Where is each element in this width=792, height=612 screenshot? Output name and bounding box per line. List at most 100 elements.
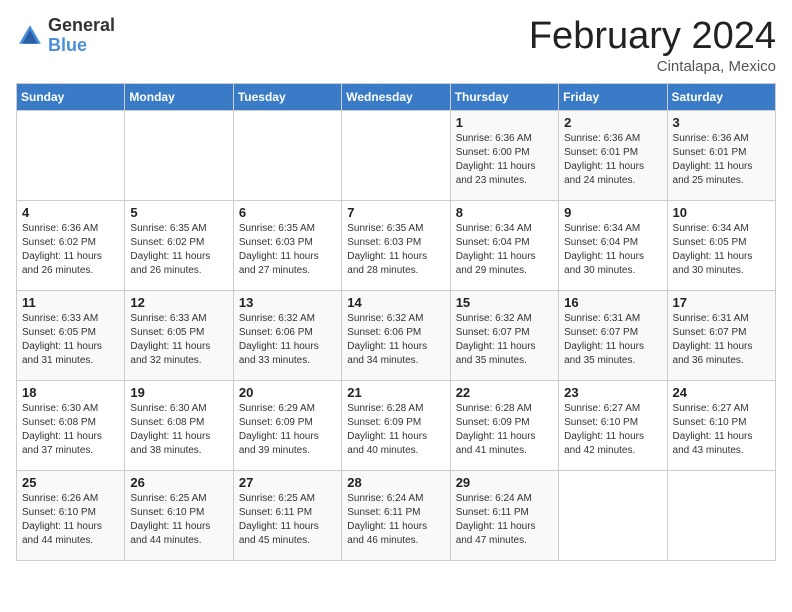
- day-info: Sunrise: 6:32 AM Sunset: 6:06 PM Dayligh…: [239, 312, 336, 368]
- day-info: Sunrise: 6:24 AM Sunset: 6:11 PM Dayligh…: [456, 492, 553, 548]
- day-number: 12: [130, 295, 227, 310]
- day-number: 29: [456, 475, 553, 490]
- day-info: Sunrise: 6:25 AM Sunset: 6:10 PM Dayligh…: [130, 492, 227, 548]
- calendar-cell: 27 Sunrise: 6:25 AM Sunset: 6:11 PM Dayli…: [233, 470, 341, 560]
- calendar-cell: 25 Sunrise: 6:26 AM Sunset: 6:10 PM Dayli…: [17, 470, 125, 560]
- day-number: 3: [673, 115, 770, 130]
- weekday-header: Sunday: [17, 83, 125, 110]
- day-number: 7: [347, 205, 444, 220]
- calendar-cell: [125, 110, 233, 200]
- weekday-header: Thursday: [450, 83, 558, 110]
- day-number: 20: [239, 385, 336, 400]
- calendar-cell: 10Sunrise: 6:34 AM Sunset: 6:05 PM Dayli…: [667, 200, 775, 290]
- day-info: Sunrise: 6:32 AM Sunset: 6:06 PM Dayligh…: [347, 312, 444, 368]
- calendar-week-row: 4 Sunrise: 6:36 AM Sunset: 6:02 PM Daylig…: [17, 200, 776, 290]
- calendar-cell: [17, 110, 125, 200]
- weekday-header: Friday: [559, 83, 667, 110]
- day-number: 27: [239, 475, 336, 490]
- day-info: Sunrise: 6:26 AM Sunset: 6:10 PM Dayligh…: [22, 492, 119, 548]
- logo-icon: [16, 22, 44, 50]
- weekday-header: Saturday: [667, 83, 775, 110]
- day-number: 5: [130, 205, 227, 220]
- day-number: 28: [347, 475, 444, 490]
- day-number: 9: [564, 205, 661, 220]
- day-info: Sunrise: 6:35 AM Sunset: 6:02 PM Dayligh…: [130, 222, 227, 278]
- day-number: 1: [456, 115, 553, 130]
- calendar-cell: 4 Sunrise: 6:36 AM Sunset: 6:02 PM Daylig…: [17, 200, 125, 290]
- calendar-cell: 1 Sunrise: 6:36 AM Sunset: 6:00 PM Daylig…: [450, 110, 558, 200]
- calendar-cell: 13 Sunrise: 6:32 AM Sunset: 6:06 PM Dayli…: [233, 290, 341, 380]
- calendar-week-row: 25 Sunrise: 6:26 AM Sunset: 6:10 PM Dayli…: [17, 470, 776, 560]
- calendar-cell: 23 Sunrise: 6:27 AM Sunset: 6:10 PM Dayli…: [559, 380, 667, 470]
- day-info: Sunrise: 6:32 AM Sunset: 6:07 PM Dayligh…: [456, 312, 553, 368]
- calendar-cell: 18Sunrise: 6:30 AM Sunset: 6:08 PM Dayli…: [17, 380, 125, 470]
- day-info: Sunrise: 6:36 AM Sunset: 6:01 PM Dayligh…: [564, 132, 661, 188]
- day-number: 13: [239, 295, 336, 310]
- day-number: 19: [130, 385, 227, 400]
- calendar-cell: [342, 110, 450, 200]
- calendar-cell: 15 Sunrise: 6:32 AM Sunset: 6:07 PM Dayli…: [450, 290, 558, 380]
- day-number: 22: [456, 385, 553, 400]
- day-number: 23: [564, 385, 661, 400]
- day-number: 21: [347, 385, 444, 400]
- logo-general: General: [48, 15, 115, 35]
- calendar-week-row: 1 Sunrise: 6:36 AM Sunset: 6:00 PM Daylig…: [17, 110, 776, 200]
- day-number: 18: [22, 385, 119, 400]
- day-info: Sunrise: 6:28 AM Sunset: 6:09 PM Dayligh…: [456, 402, 553, 458]
- day-number: 17: [673, 295, 770, 310]
- day-info: Sunrise: 6:24 AM Sunset: 6:11 PM Dayligh…: [347, 492, 444, 548]
- logo-blue: Blue: [48, 35, 87, 55]
- calendar-cell: 19 Sunrise: 6:30 AM Sunset: 6:08 PM Dayli…: [125, 380, 233, 470]
- calendar-cell: 28 Sunrise: 6:24 AM Sunset: 6:11 PM Dayli…: [342, 470, 450, 560]
- day-number: 10: [673, 205, 770, 220]
- day-info: Sunrise: 6:30 AM Sunset: 6:08 PM Dayligh…: [130, 402, 227, 458]
- calendar-cell: 5 Sunrise: 6:35 AM Sunset: 6:02 PM Daylig…: [125, 200, 233, 290]
- calendar-week-row: 18 Sunrise: 6:30 AM Sunset: 6:08 PM Dayli…: [17, 380, 776, 470]
- day-number: 26: [130, 475, 227, 490]
- day-info: Sunrise: 6:33 AM Sunset: 6:05 PM Dayligh…: [130, 312, 227, 368]
- day-info: Sunrise: 6:36 AM Sunset: 6:02 PM Dayligh…: [22, 222, 119, 278]
- month-title: February 2024: [529, 16, 776, 58]
- day-number: 25: [22, 475, 119, 490]
- calendar-cell: 12 Sunrise: 6:33 AM Sunset: 6:05 PM Dayli…: [125, 290, 233, 380]
- day-info: Sunrise: 6:34 AM Sunset: 6:04 PM Dayligh…: [456, 222, 553, 278]
- day-number: 4: [22, 205, 119, 220]
- page-header: General Blue February 2024 Cintalapa, Me…: [16, 16, 776, 75]
- calendar-table: SundayMondayTuesdayWednesdayThursdayFrid…: [16, 83, 776, 561]
- weekday-header: Tuesday: [233, 83, 341, 110]
- day-info: Sunrise: 6:36 AM Sunset: 6:01 PM Dayligh…: [673, 132, 770, 188]
- day-number: 8: [456, 205, 553, 220]
- calendar-cell: 16Sunrise: 6:31 AM Sunset: 6:07 PM Dayli…: [559, 290, 667, 380]
- day-number: 24: [673, 385, 770, 400]
- calendar-cell: 24 Sunrise: 6:27 AM Sunset: 6:10 PM Dayli…: [667, 380, 775, 470]
- day-info: Sunrise: 6:35 AM Sunset: 6:03 PM Dayligh…: [239, 222, 336, 278]
- day-info: Sunrise: 6:31 AM Sunset: 6:07 PM Dayligh…: [673, 312, 770, 368]
- day-number: 6: [239, 205, 336, 220]
- calendar-cell: 3 Sunrise: 6:36 AM Sunset: 6:01 PM Daylig…: [667, 110, 775, 200]
- calendar-cell: 22 Sunrise: 6:28 AM Sunset: 6:09 PM Dayli…: [450, 380, 558, 470]
- day-number: 14: [347, 295, 444, 310]
- day-info: Sunrise: 6:25 AM Sunset: 6:11 PM Dayligh…: [239, 492, 336, 548]
- weekday-header: Wednesday: [342, 83, 450, 110]
- day-info: Sunrise: 6:33 AM Sunset: 6:05 PM Dayligh…: [22, 312, 119, 368]
- day-info: Sunrise: 6:34 AM Sunset: 6:04 PM Dayligh…: [564, 222, 661, 278]
- day-info: Sunrise: 6:27 AM Sunset: 6:10 PM Dayligh…: [564, 402, 661, 458]
- logo-text: General Blue: [48, 16, 115, 56]
- calendar-cell: [559, 470, 667, 560]
- calendar-cell: 9 Sunrise: 6:34 AM Sunset: 6:04 PM Daylig…: [559, 200, 667, 290]
- calendar-cell: 11 Sunrise: 6:33 AM Sunset: 6:05 PM Dayli…: [17, 290, 125, 380]
- day-info: Sunrise: 6:36 AM Sunset: 6:00 PM Dayligh…: [456, 132, 553, 188]
- calendar-cell: 14 Sunrise: 6:32 AM Sunset: 6:06 PM Dayli…: [342, 290, 450, 380]
- day-number: 11: [22, 295, 119, 310]
- calendar-cell: 29 Sunrise: 6:24 AM Sunset: 6:11 PM Dayli…: [450, 470, 558, 560]
- calendar-cell: 2 Sunrise: 6:36 AM Sunset: 6:01 PM Daylig…: [559, 110, 667, 200]
- logo: General Blue: [16, 16, 115, 56]
- calendar-cell: 26 Sunrise: 6:25 AM Sunset: 6:10 PM Dayli…: [125, 470, 233, 560]
- day-number: 15: [456, 295, 553, 310]
- calendar-cell: 8 Sunrise: 6:34 AM Sunset: 6:04 PM Daylig…: [450, 200, 558, 290]
- calendar-cell: 21Sunrise: 6:28 AM Sunset: 6:09 PM Dayli…: [342, 380, 450, 470]
- day-info: Sunrise: 6:29 AM Sunset: 6:09 PM Dayligh…: [239, 402, 336, 458]
- day-info: Sunrise: 6:27 AM Sunset: 6:10 PM Dayligh…: [673, 402, 770, 458]
- location: Cintalapa, Mexico: [529, 58, 776, 75]
- day-number: 2: [564, 115, 661, 130]
